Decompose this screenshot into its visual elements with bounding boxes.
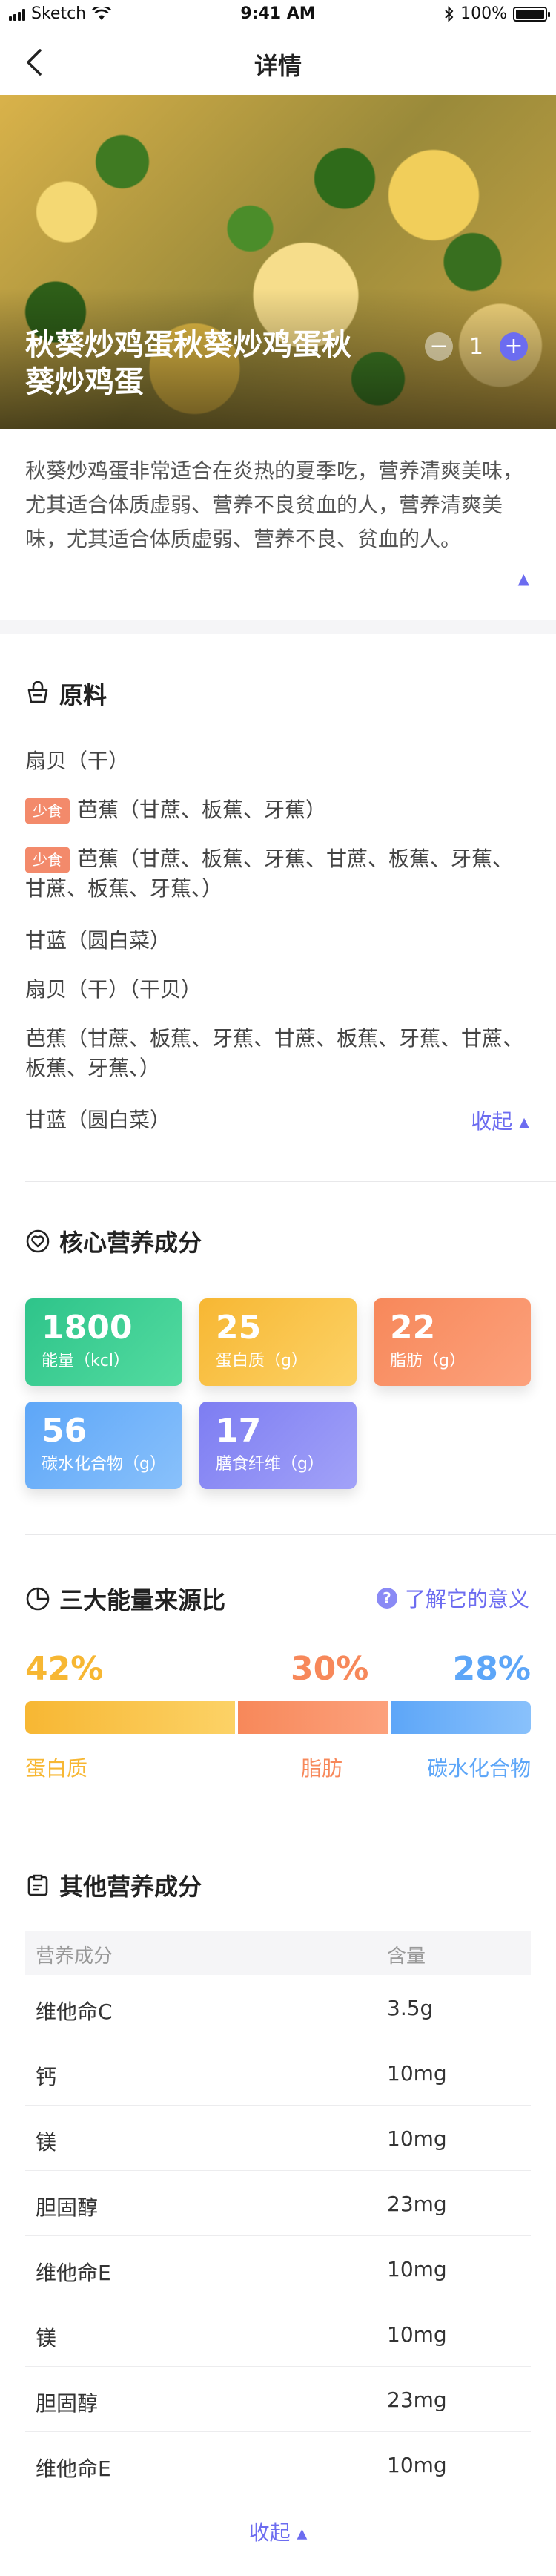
nutrients-table-header: 营养成分 含量 bbox=[25, 1931, 531, 1975]
divider bbox=[25, 1181, 556, 1182]
divider bbox=[25, 1534, 556, 1535]
chevron-up-icon: ▲ bbox=[297, 2526, 308, 2542]
nutrient-card-protein: 25 蛋白质（g） bbox=[199, 1298, 357, 1386]
battery-icon bbox=[513, 6, 550, 22]
table-collapse-button[interactable]: 收起 ▲ bbox=[0, 2517, 556, 2546]
status-right: 100% bbox=[444, 4, 550, 23]
dish-photo: 秋葵炒鸡蛋秋葵炒鸡蛋秋葵炒鸡蛋 − 1 + bbox=[0, 95, 556, 429]
description-text: 秋葵炒鸡蛋非常适合在炎热的夏季吃，营养清爽美味，尤其适合体质虚弱、营养不良贫血的… bbox=[25, 459, 524, 551]
other-nutrients-title: 其他营养成分 bbox=[59, 1873, 202, 1901]
chevron-up-icon: ▲ bbox=[519, 1114, 529, 1131]
ingredients-title: 原料 bbox=[59, 681, 107, 709]
page-title: 详情 bbox=[254, 52, 302, 80]
table-row: 镁 10mg bbox=[25, 2106, 531, 2171]
ingredient-item: 少食 芭蕉（甘蔗、板蕉、牙蕉） bbox=[25, 795, 531, 825]
section-divider bbox=[0, 620, 556, 634]
ingredient-item: 扇贝（干） bbox=[25, 749, 130, 773]
heart-icon bbox=[26, 1229, 50, 1253]
table-row: 钙 10mg bbox=[25, 2040, 531, 2106]
ingredient-item: 扇贝（干）（干贝） bbox=[25, 977, 202, 1002]
carbs-label: 碳水化合物 bbox=[426, 1756, 531, 1781]
ingredient-item: 甘蓝（圆白菜） bbox=[25, 1108, 171, 1132]
table-row: 维他命E 10mg bbox=[25, 2236, 531, 2301]
battery-percent: 100% bbox=[460, 4, 507, 23]
protein-label: 蛋白质 bbox=[25, 1756, 88, 1781]
question-icon: ? bbox=[376, 1588, 397, 1609]
learn-meaning-link[interactable]: ? 了解它的意义 bbox=[376, 1583, 529, 1613]
column-header-name: 营养成分 bbox=[36, 1945, 113, 1968]
table-row: 胆固醇 23mg bbox=[25, 2171, 531, 2236]
navigation-bar: 详情 bbox=[0, 30, 556, 95]
chevron-up-icon[interactable]: ▲ bbox=[518, 570, 529, 588]
energy-ratio-header: 三大能量来源比 bbox=[25, 1582, 225, 1616]
carbs-segment bbox=[391, 1701, 531, 1734]
clipboard-icon bbox=[27, 1874, 48, 1896]
protein-percent: 42% bbox=[25, 1650, 104, 1688]
quantity-value: 1 bbox=[469, 333, 483, 360]
nutrient-card-energy: 1800 能量（kcl） bbox=[25, 1298, 182, 1386]
carbs-percent: 28% bbox=[452, 1650, 531, 1688]
core-nutrients-title: 核心营养成分 bbox=[59, 1229, 202, 1257]
nutrient-card-fat: 22 脂肪（g） bbox=[374, 1298, 531, 1386]
ingredients-header: 原料 bbox=[25, 677, 107, 711]
dish-description: 秋葵炒鸡蛋非常适合在炎热的夏季吃，营养清爽美味，尤其适合体质虚弱、营养不良贫血的… bbox=[0, 429, 556, 620]
plus-button[interactable]: + bbox=[500, 332, 528, 361]
fat-percent: 30% bbox=[291, 1650, 369, 1688]
quantity-stepper: − 1 + bbox=[424, 332, 528, 361]
energy-ratio-title: 三大能量来源比 bbox=[59, 1586, 226, 1614]
ingredients-collapse-button[interactable]: 收起 ▲ bbox=[471, 1105, 529, 1135]
eat-less-tag: 少食 bbox=[25, 847, 70, 873]
fat-segment bbox=[238, 1701, 388, 1734]
pie-chart-icon bbox=[26, 1587, 50, 1611]
bluetooth-icon bbox=[445, 5, 454, 22]
dish-name: 秋葵炒鸡蛋秋葵炒鸡蛋秋葵炒鸡蛋 bbox=[25, 328, 351, 399]
table-row: 胆固醇 23mg bbox=[25, 2367, 531, 2432]
basket-icon bbox=[27, 681, 48, 703]
minus-button[interactable]: − bbox=[424, 332, 453, 361]
energy-ratio-bar bbox=[25, 1701, 531, 1734]
table-row: 维他命C 3.5g bbox=[25, 1975, 531, 2040]
table-row: 维他命E 10mg bbox=[25, 2432, 531, 2497]
column-header-amount: 含量 bbox=[387, 1945, 426, 1968]
nutrient-card-carbs: 56 碳水化合物（g） bbox=[25, 1402, 182, 1489]
ingredient-item: 芭蕉（甘蔗、板蕉、牙蕉、甘蔗、板蕉、牙蕉、甘蔗、板蕉、牙蕉、） bbox=[25, 1026, 524, 1080]
status-bar: Sketch 9:41 AM 100% bbox=[0, 0, 556, 30]
protein-segment bbox=[25, 1701, 236, 1734]
ingredient-item: 甘蓝（圆白菜） bbox=[25, 928, 171, 953]
fat-label: 脂肪 bbox=[301, 1756, 343, 1781]
nutrient-card-fiber: 17 膳食纤维（g） bbox=[199, 1402, 357, 1489]
core-nutrients-header: 核心营养成分 bbox=[25, 1224, 202, 1258]
ingredient-item: 少食 芭蕉（甘蔗、板蕉、牙蕉、甘蔗、板蕉、牙蕉、甘蔗、板蕉、牙蕉、） bbox=[25, 847, 514, 901]
other-nutrients-header: 其他营养成分 bbox=[25, 1868, 202, 1902]
eat-less-tag: 少食 bbox=[25, 798, 70, 824]
table-row: 镁 10mg bbox=[25, 2301, 531, 2367]
